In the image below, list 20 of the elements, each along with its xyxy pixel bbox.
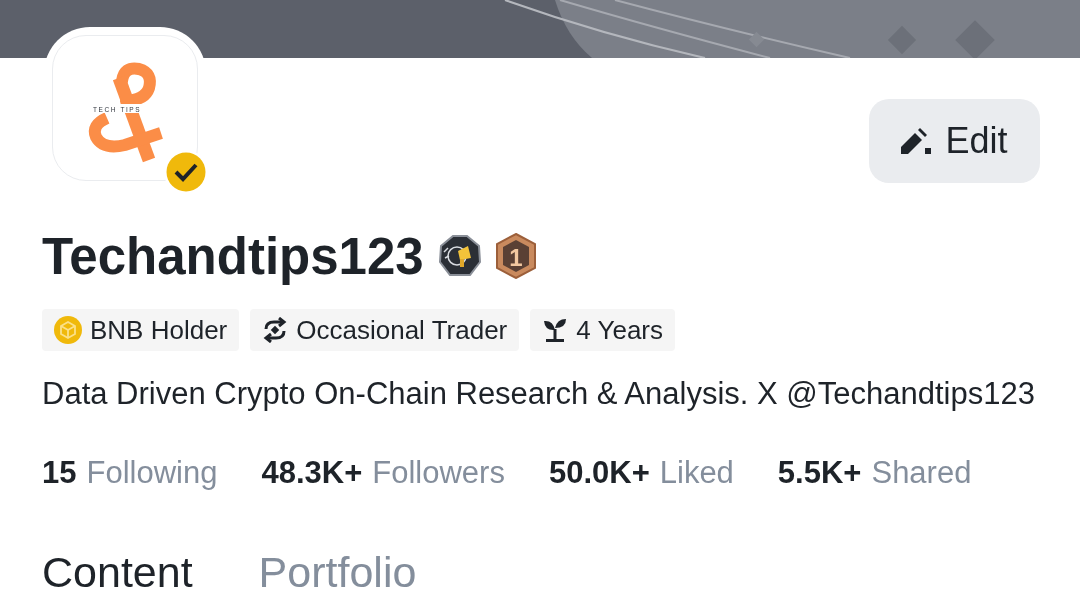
stat-count: 50.0K+ [548,455,650,491]
rank-number: 1 [509,244,523,271]
megaphone-badge-icon [437,234,482,278]
tab[interactable]: Content [42,548,193,596]
coin-icon [54,316,82,344]
pen-icon [901,128,932,154]
stat-count: 5.5K+ [777,455,862,491]
stat-name: Shared [871,455,972,491]
tag-label: BNB Holder [90,317,228,343]
tag-label: 4 Years [576,317,663,343]
stat-name: Liked [659,455,734,491]
stat-count: 15 [42,455,77,491]
stat-name: Following [86,455,218,491]
stat-count: 48.3K+ [261,455,363,491]
exchange-arrows-icon [262,317,289,343]
edit-button[interactable]: Edit [869,99,1040,183]
bio-text: Data Driven Crypto On-Chain Research & Analysis. X @Techandtips123 [42,376,1036,412]
tag-label: Occasional Trader [296,317,508,343]
stat-name: Followers [372,455,505,491]
sprout-icon [542,317,569,343]
